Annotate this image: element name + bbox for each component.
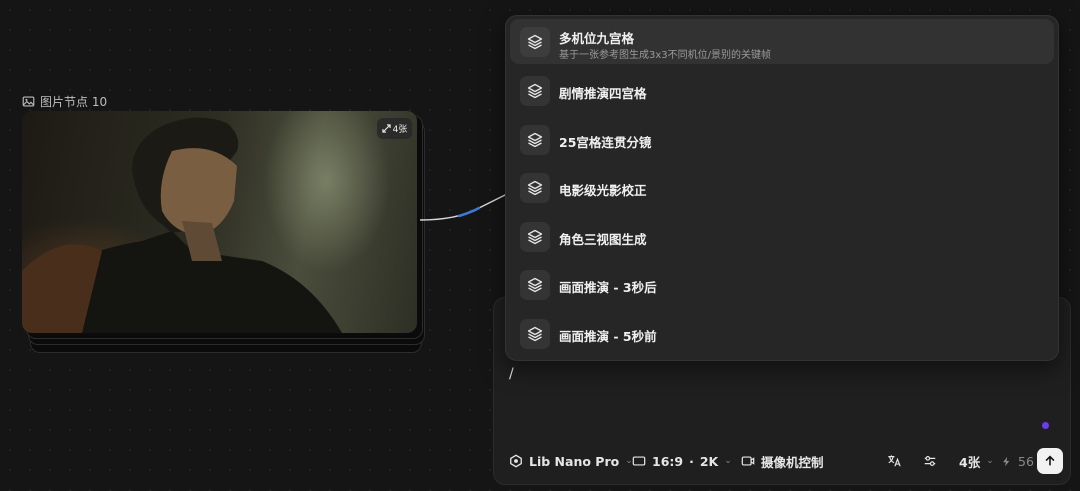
menu-item-title: 角色三视图生成 <box>559 232 647 247</box>
menu-item[interactable]: 画面推演 - 3秒后 <box>510 262 1054 307</box>
resolution-label: 2K <box>699 453 719 469</box>
model-label: Lib Nano Pro <box>529 453 620 469</box>
menu-item[interactable]: 角色三视图生成 <box>510 214 1054 259</box>
image-icon <box>22 95 35 107</box>
menu-item[interactable]: 电影级光影校正 <box>510 165 1054 210</box>
translate-button[interactable] <box>887 446 901 476</box>
layers-icon <box>520 173 550 203</box>
command-menu: 多机位九宫格 基于一张参考图生成3x3不同机位/景别的关键帧 剧情推演四宫格 2… <box>505 15 1059 361</box>
menu-item[interactable]: 剧情推演四宫格 <box>510 68 1054 113</box>
menu-item-title: 画面推演 - 3秒后 <box>559 280 657 295</box>
layers-icon <box>520 270 550 300</box>
chevron-down-icon: ⌄ <box>986 456 994 466</box>
menu-item-title: 电影级光影校正 <box>559 183 647 198</box>
expand-count-button[interactable]: 4张 <box>377 118 412 139</box>
menu-item-title: 25宫格连贯分镜 <box>559 135 652 150</box>
model-select[interactable]: Lib Nano Pro ⌄ <box>509 446 633 476</box>
count-select[interactable]: 4张 ⌄ <box>959 446 994 476</box>
menu-item-title: 多机位九宫格 <box>559 31 635 46</box>
sliders-icon <box>924 456 936 466</box>
status-dot <box>1042 422 1049 429</box>
send-button[interactable] <box>1037 448 1063 474</box>
menu-item-subtitle: 基于一张参考图生成3x3不同机位/景别的关键帧 <box>559 50 772 61</box>
translate-icon <box>888 455 901 467</box>
prompt-toolbar: Lib Nano Pro ⌄ 16:9 · 2K ⌄ 摄像机控制 4张 ⌄ 56 <box>494 446 1070 476</box>
node-image[interactable]: 4张 <box>22 111 417 333</box>
camera-label: 摄像机控制 <box>761 454 824 470</box>
arrow-up-icon <box>1045 455 1055 466</box>
menu-item[interactable]: 多机位九宫格 基于一张参考图生成3x3不同机位/景别的关键帧 <box>510 19 1054 64</box>
settings-button[interactable] <box>923 446 937 476</box>
credits-display: 56 <box>1001 446 1034 476</box>
camera-icon <box>741 456 755 466</box>
portrait-image <box>22 117 342 333</box>
layers-icon <box>520 76 550 106</box>
aspect-ratio-icon <box>632 456 646 466</box>
prompt-input[interactable]: / <box>509 366 514 382</box>
count-badge-label: 4张 <box>392 125 408 135</box>
layers-icon <box>520 319 550 349</box>
layers-icon <box>520 27 550 57</box>
node-title-label: 图片节点 10 <box>40 94 108 109</box>
lightning-icon <box>1003 456 1010 466</box>
expand-icon <box>381 124 391 133</box>
camera-control-button[interactable]: 摄像机控制 <box>741 446 824 476</box>
connection-line[interactable] <box>417 190 517 230</box>
ratio-label: 16:9 <box>652 453 684 469</box>
menu-item-title: 剧情推演四宫格 <box>559 86 647 101</box>
menu-item-title: 画面推演 - 5秒前 <box>559 329 657 344</box>
layers-icon <box>520 222 550 252</box>
menu-item[interactable]: 25宫格连贯分镜 <box>510 117 1054 162</box>
layers-icon <box>520 125 550 155</box>
model-icon <box>510 454 522 468</box>
menu-item[interactable]: 画面推演 - 5秒前 <box>510 311 1054 356</box>
ratio-select[interactable]: 16:9 · 2K ⌄ <box>632 446 732 476</box>
separator-dot: · <box>689 453 694 469</box>
count-label: 4张 <box>959 454 981 470</box>
node-title: 图片节点 10 <box>22 93 107 109</box>
chevron-down-icon: ⌄ <box>724 456 732 466</box>
credits-label: 56 <box>1018 453 1034 469</box>
image-node[interactable]: 4张 <box>22 111 425 353</box>
